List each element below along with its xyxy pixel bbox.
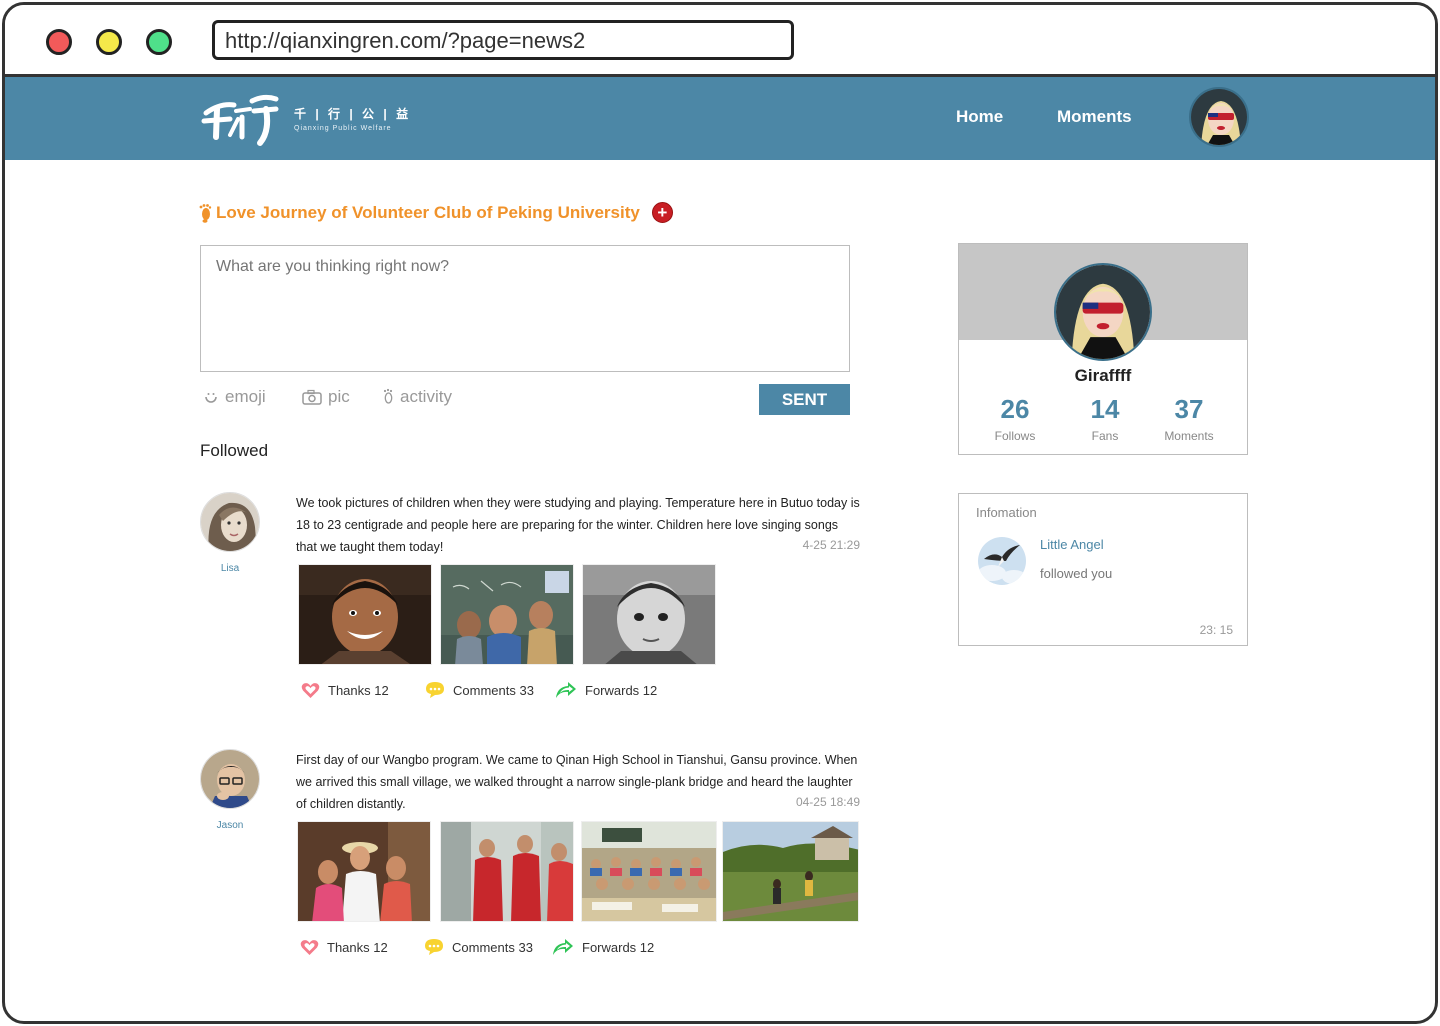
footprint-outline-icon <box>383 388 393 404</box>
comments-button[interactable]: Comments 33 <box>424 938 533 956</box>
profile-name: Giraffff <box>1074 366 1132 385</box>
browser-toolbar: http://qianxingren.com/?page=news2 <box>5 5 1435 77</box>
chat-bubble-icon <box>425 939 443 955</box>
send-button[interactable]: SENT <box>759 384 850 415</box>
comments-count: Comments 33 <box>452 939 533 955</box>
nav-moments-link[interactable]: Moments <box>1057 107 1132 127</box>
post-photo[interactable] <box>440 564 574 665</box>
footprint-icon <box>199 203 212 223</box>
emoji-icon <box>205 393 217 403</box>
forwards-button[interactable]: Forwards 12 <box>555 681 657 699</box>
logo-mark-icon <box>201 94 279 146</box>
follows-count: 26 <box>1000 394 1030 424</box>
kids-blackboard-photo <box>441 565 573 664</box>
post-author-name[interactable]: Jason <box>200 820 260 831</box>
post-actions: Thanks 12 Comments 33 Forwards 12 <box>200 680 865 700</box>
club-header: Love Journey of Volunteer Club of Peking… <box>198 202 673 223</box>
heart-icon <box>300 939 319 955</box>
information-title: Infomation <box>976 505 1037 520</box>
bird-avatar-image <box>978 537 1026 585</box>
feed-post: Lisa We took pictures of children when t… <box>200 492 865 698</box>
follows-label: Follows <box>994 429 1036 443</box>
activity-button[interactable]: activity <box>382 387 452 407</box>
emoji-button[interactable]: emoji <box>203 387 266 407</box>
forward-arrow-icon <box>556 682 576 698</box>
post-author-avatar[interactable] <box>200 749 260 809</box>
followed-heading: Followed <box>200 441 269 460</box>
close-window-button[interactable] <box>46 29 72 55</box>
notification-avatar[interactable] <box>978 537 1026 585</box>
jason-avatar-image <box>201 750 259 808</box>
volunteers-group-photo <box>298 822 430 921</box>
follow-club-button[interactable]: + <box>651 202 673 223</box>
heart-icon <box>301 682 320 698</box>
post-photo[interactable] <box>440 821 574 922</box>
post-author-name[interactable]: Lisa <box>200 563 260 574</box>
information-panel: Infomation Little Angel followed you 23:… <box>958 493 1248 646</box>
moments-stat[interactable]: 37 Moments <box>1144 394 1234 443</box>
maximize-window-button[interactable] <box>146 29 172 55</box>
post-timestamp: 4-25 21:29 <box>802 538 860 552</box>
post-photo[interactable] <box>582 564 716 665</box>
toddler-photo <box>583 565 715 664</box>
thanks-button[interactable]: Thanks 12 <box>301 682 389 699</box>
comments-count: Comments 33 <box>453 682 534 698</box>
profile-card: Giraffff 26 Follows 14 Fans 37 Moments <box>958 243 1248 455</box>
village-bridge-photo <box>723 822 858 921</box>
thanks-count: Thanks 12 <box>327 939 388 955</box>
emoji-label: emoji <box>225 387 266 406</box>
user-avatar[interactable] <box>1189 87 1249 147</box>
user-avatar-image <box>1191 89 1247 145</box>
activity-label: activity <box>400 387 452 406</box>
site-logo[interactable]: 千 | 行 | 公 | 益 Qianxing Public Welfare <box>200 91 410 147</box>
browser-window: http://qianxingren.com/?page=news2 千 | 行… <box>2 2 1438 1024</box>
site-navbar: 千 | 行 | 公 | 益 Qianxing Public Welfare Ho… <box>5 77 1435 160</box>
post-timestamp: 04-25 18:49 <box>795 795 860 809</box>
address-bar[interactable]: http://qianxingren.com/?page=news2 <box>212 20 794 60</box>
picture-label: pic <box>328 387 350 406</box>
notification-sender[interactable]: Little Angel <box>1040 537 1104 552</box>
notification-message: followed you <box>1040 566 1113 581</box>
post-photo[interactable] <box>297 821 431 922</box>
logo-english-text: Qianxing Public Welfare <box>294 125 392 132</box>
thanks-count: Thanks 12 <box>328 682 389 698</box>
post-photo[interactable] <box>298 564 432 665</box>
post-photo[interactable] <box>581 821 717 922</box>
post-actions: Thanks 12 Comments 33 Forwards 12 <box>200 937 865 957</box>
moments-count: 37 <box>1174 394 1204 424</box>
feed-post: Jason First day of our Wangbo program. W… <box>200 749 865 969</box>
smiling-boy-photo <box>299 565 431 664</box>
picture-button[interactable]: pic <box>302 387 350 407</box>
minimize-window-button[interactable] <box>96 29 122 55</box>
notification-time: 23: 15 <box>1199 623 1233 637</box>
camera-icon <box>302 389 322 405</box>
post-photo[interactable] <box>722 821 859 922</box>
thanks-button[interactable]: Thanks 12 <box>300 939 388 956</box>
moments-label: Moments <box>1164 429 1214 443</box>
fans-count: 14 <box>1090 394 1120 424</box>
post-text: First day of our Wangbo program. We came… <box>296 753 858 811</box>
fans-label: Fans <box>1091 429 1119 443</box>
lisa-avatar-image <box>201 493 259 551</box>
profile-avatar[interactable] <box>1054 263 1152 361</box>
logo-chinese-text: 千 | 行 | 公 | 益 <box>294 107 412 121</box>
post-author-avatar[interactable] <box>200 492 260 552</box>
forward-arrow-icon <box>553 939 573 955</box>
forwards-count: Forwards 12 <box>582 939 655 955</box>
nav-home-link[interactable]: Home <box>956 107 1003 127</box>
fans-stat[interactable]: 14 Fans <box>1060 394 1150 443</box>
volunteers-hallway-photo <box>441 822 573 921</box>
club-title[interactable]: Love Journey of Volunteer Club of Peking… <box>216 203 640 223</box>
forwards-button[interactable]: Forwards 12 <box>552 938 654 956</box>
post-composer-input[interactable] <box>200 245 850 372</box>
classroom-photo <box>582 822 716 921</box>
profile-avatar-image <box>1056 265 1150 359</box>
follows-stat[interactable]: 26 Follows <box>970 394 1060 443</box>
forwards-count: Forwards 12 <box>585 682 658 698</box>
comments-button[interactable]: Comments 33 <box>425 681 534 699</box>
chat-bubble-icon <box>426 682 444 698</box>
post-text: We took pictures of children when they w… <box>296 496 860 554</box>
